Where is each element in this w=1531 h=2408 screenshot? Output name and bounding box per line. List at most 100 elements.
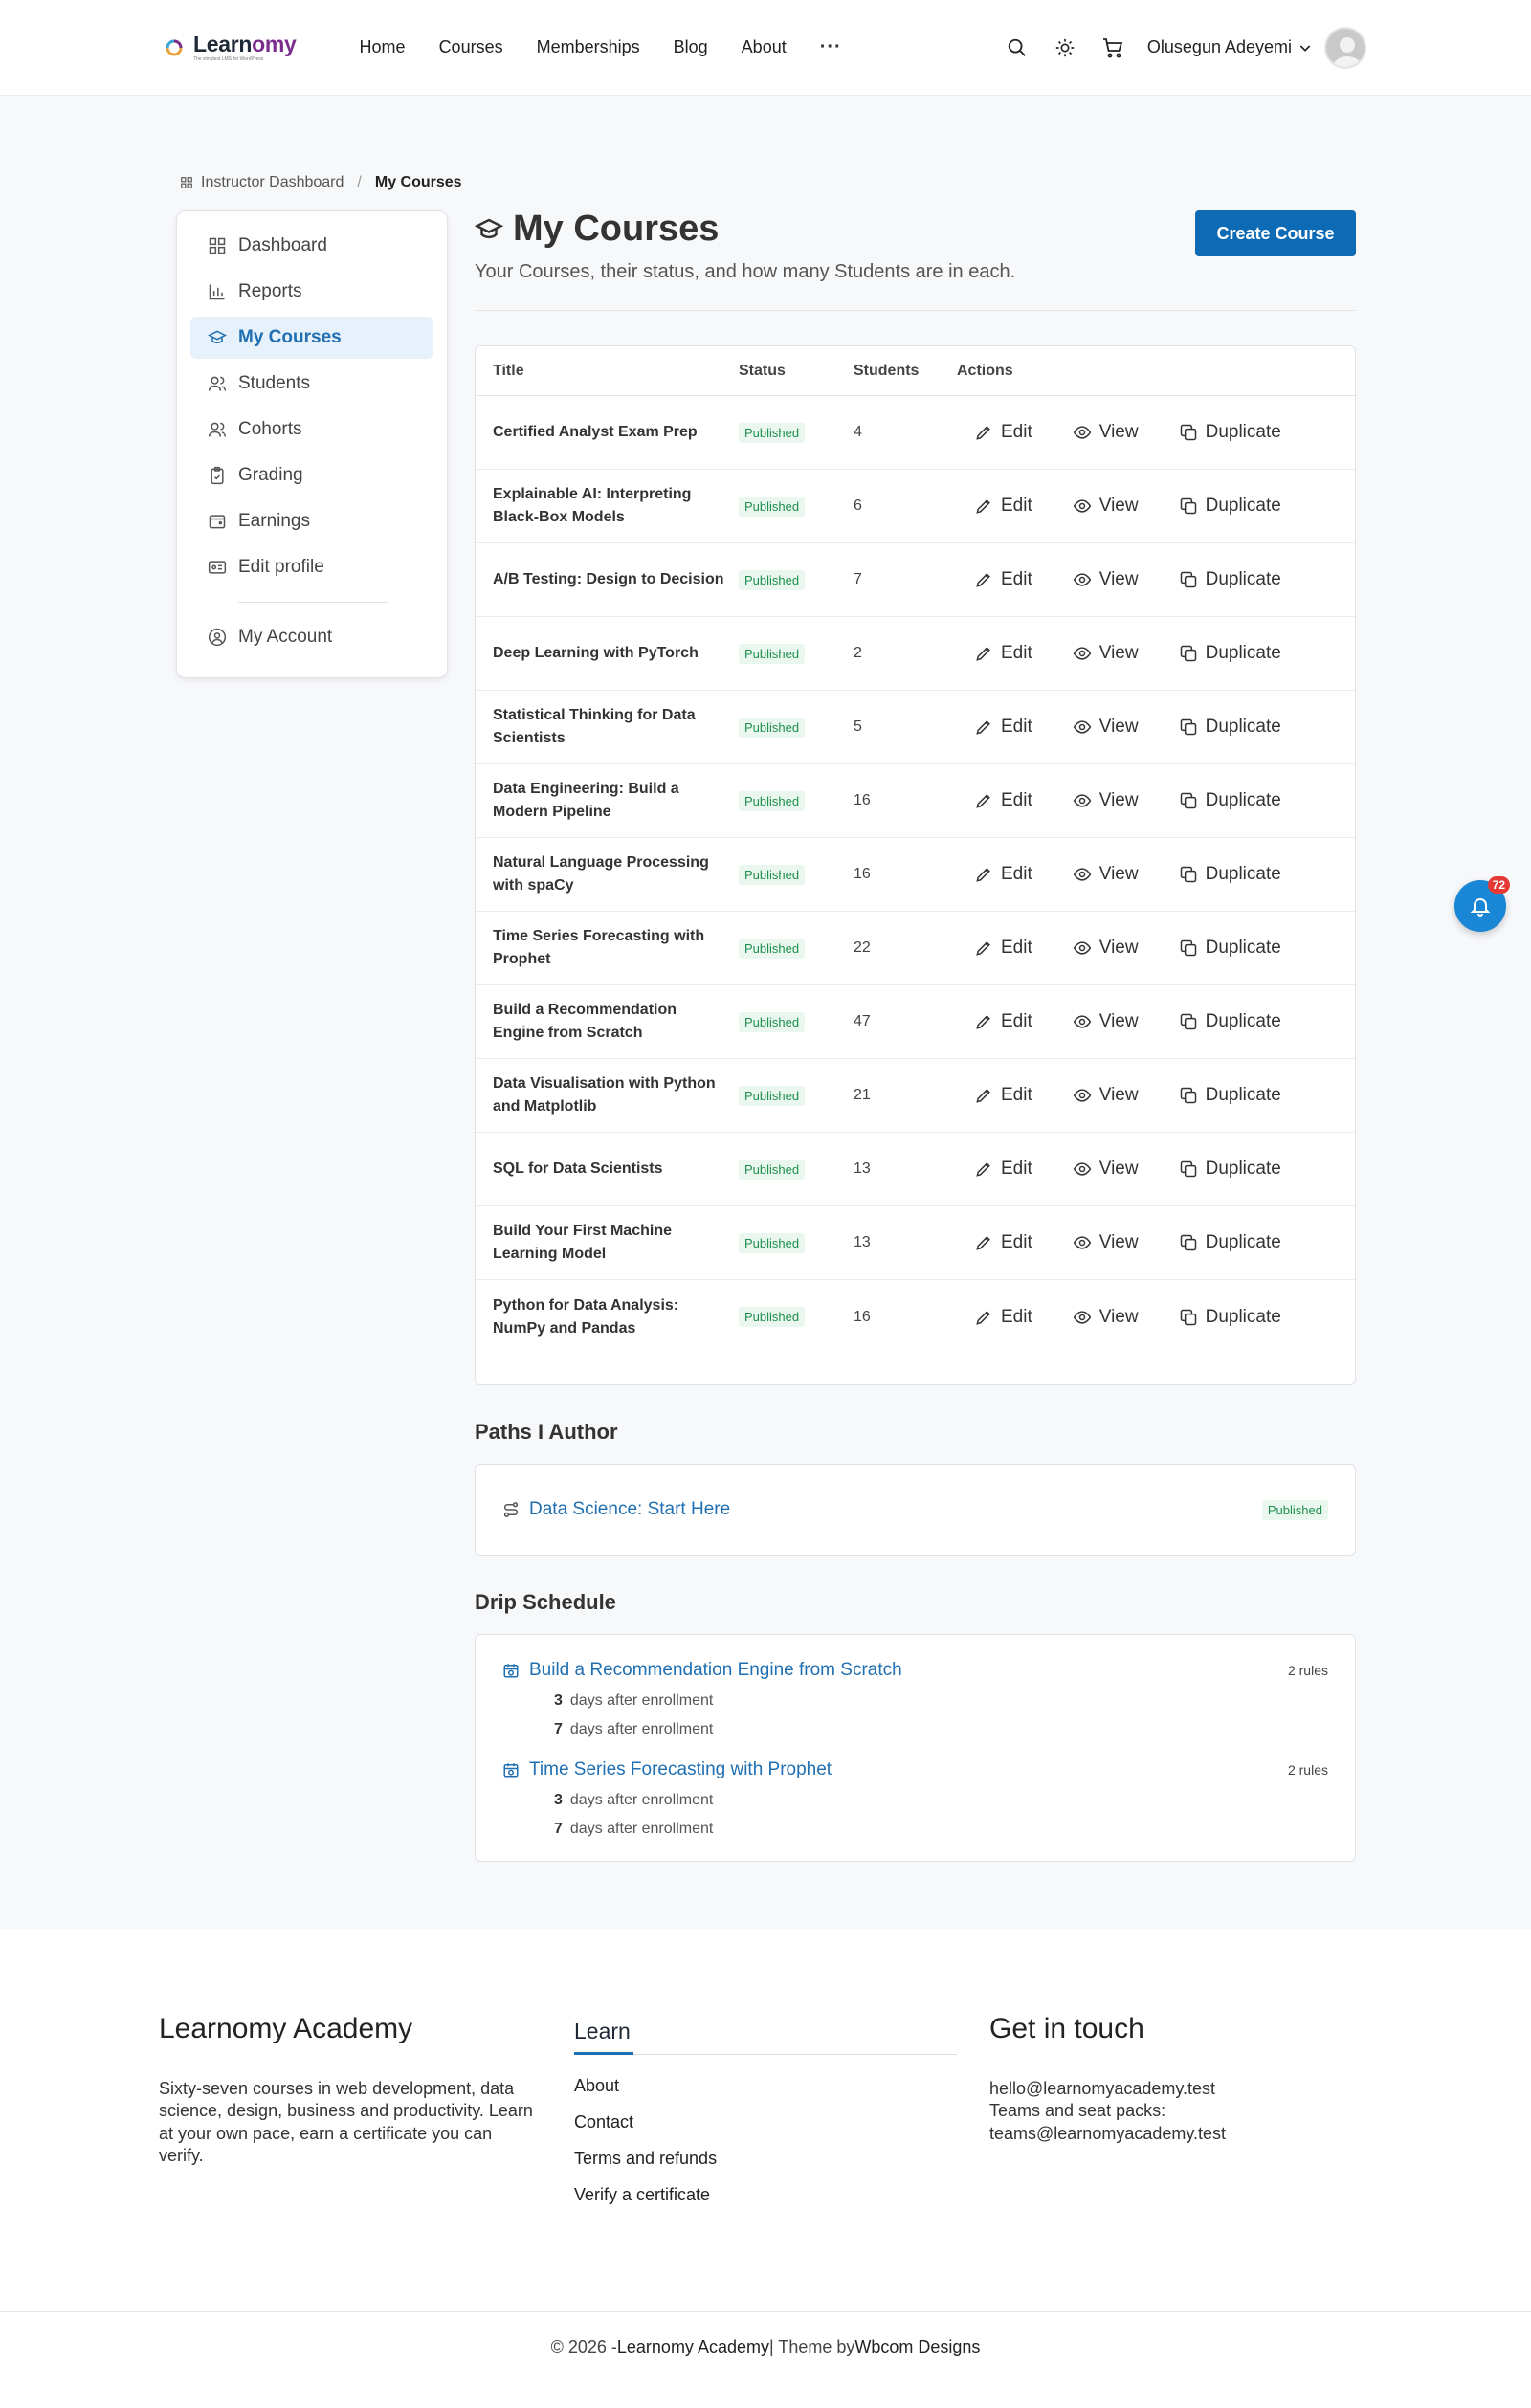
footer-link-terms[interactable]: Terms and refunds [574,2149,989,2169]
theme-author-link[interactable]: Wbcom Designs [854,2337,980,2357]
path-link[interactable]: Data Science: Start Here [502,1499,730,1520]
view-button[interactable]: View [1073,643,1139,664]
theme-toggle-icon[interactable] [1052,34,1078,61]
view-button[interactable]: View [1073,1232,1139,1253]
sidebar-item-students[interactable]: Students [190,363,433,405]
status-cell: Published [739,1011,854,1032]
duplicate-button[interactable]: Duplicate [1179,790,1281,811]
status-badge: Published [739,1011,806,1032]
copy-icon [1180,1160,1196,1178]
courses-table: Title Status Students Actions Certified … [475,345,1356,1385]
table-row: A/B Testing: Design to Decision Published… [476,543,1355,617]
edit-button[interactable]: Edit [974,1085,1032,1106]
calendar-clock-icon [503,1763,519,1778]
content-area: My Courses Your Courses, their status, a… [475,209,1356,1862]
duplicate-button[interactable]: Duplicate [1179,422,1281,443]
actions-cell: Edit View Duplicate [957,496,1355,517]
nav-blog[interactable]: Blog [674,37,708,57]
status-badge: Published [739,422,806,443]
sidebar-item-reports[interactable]: Reports [190,271,433,313]
edit-button[interactable]: Edit [974,1307,1032,1328]
edit-button[interactable]: Edit [974,643,1032,664]
chevron-down-icon [1299,44,1311,52]
view-button[interactable]: View [1073,1011,1139,1032]
edit-button[interactable]: Edit [974,864,1032,885]
duplicate-button[interactable]: Duplicate [1179,717,1281,738]
footer-contact-teams-email[interactable]: teams@learnomyacademy.test [989,2123,1405,2145]
view-button[interactable]: View [1073,864,1139,885]
sidebar-item-dashboard[interactable]: Dashboard [190,225,433,267]
view-button[interactable]: View [1073,496,1139,517]
view-button[interactable]: View [1073,569,1139,590]
path-card: Data Science: Start Here Published [475,1464,1356,1556]
sidebar-item-my-account[interactable]: My Account [190,616,433,658]
nav-courses[interactable]: Courses [439,37,503,57]
edit-button[interactable]: Edit [974,422,1032,443]
site-logo[interactable]: Learnomy The simplest LMS for WordPress [165,33,297,62]
nav-memberships[interactable]: Memberships [537,37,640,57]
students-count: 13 [854,1160,871,1177]
user-menu[interactable]: Olusegun Adeyemi [1147,26,1366,69]
column-header-status: Status [739,362,786,379]
view-button[interactable]: View [1073,1307,1139,1328]
edit-button[interactable]: Edit [974,1232,1032,1253]
edit-button[interactable]: Edit [974,790,1032,811]
duplicate-button[interactable]: Duplicate [1179,938,1281,959]
edit-button[interactable]: Edit [974,569,1032,590]
view-button[interactable]: View [1073,790,1139,811]
duplicate-button[interactable]: Duplicate [1179,864,1281,885]
status-badge: Published [739,790,806,811]
duplicate-button[interactable]: Duplicate [1179,1159,1281,1180]
duplicate-button[interactable]: Duplicate [1179,1232,1281,1253]
copyright-site-link[interactable]: Learnomy Academy [617,2337,769,2357]
duplicate-button[interactable]: Duplicate [1179,643,1281,664]
view-button[interactable]: View [1073,938,1139,959]
edit-button[interactable]: Edit [974,938,1032,959]
eye-icon [1073,499,1091,513]
pencil-icon [976,1236,990,1250]
footer-link-contact[interactable]: Contact [574,2112,989,2132]
edit-button[interactable]: Edit [974,717,1032,738]
dashboard-main: Instructor Dashboard / My Courses Dashbo… [0,96,1531,1929]
column-header-actions: Actions [957,362,1013,379]
edit-button[interactable]: Edit [974,496,1032,517]
table-row: Build Your First Machine Learning Model P… [476,1206,1355,1280]
view-button[interactable]: View [1073,1085,1139,1106]
search-icon[interactable] [1004,34,1031,61]
notification-bell-button[interactable]: 72 [1454,876,1510,932]
footer-link-about[interactable]: About [574,2076,989,2096]
status-cell: Published [739,1159,854,1180]
sidebar-item-my-courses[interactable]: My Courses [190,317,433,359]
divider [475,310,1356,311]
sidebar-item-cohorts[interactable]: Cohorts [190,409,433,451]
edit-button[interactable]: Edit [974,1011,1032,1032]
sidebar-item-earnings[interactable]: Earnings [190,500,433,542]
view-button[interactable]: View [1073,717,1139,738]
create-course-button[interactable]: Create Course [1195,210,1356,256]
sidebar-item-edit-profile[interactable]: Edit profile [190,546,433,588]
nav-more-icon[interactable]: ··· [820,36,842,58]
drip-course-link[interactable]: Time Series Forecasting with Prophet [529,1759,832,1780]
view-button[interactable]: View [1073,422,1139,443]
column-header-title: Title [493,362,524,379]
nav-about[interactable]: About [742,37,787,57]
duplicate-button[interactable]: Duplicate [1179,569,1281,590]
duplicate-button[interactable]: Duplicate [1179,1085,1281,1106]
sidebar-item-grading[interactable]: Grading [190,454,433,497]
footer-contact-email[interactable]: hello@learnomyacademy.test [989,2078,1405,2100]
edit-button[interactable]: Edit [974,1159,1032,1180]
pencil-icon [976,1089,990,1103]
avatar[interactable] [1324,26,1366,69]
duplicate-button[interactable]: Duplicate [1179,1011,1281,1032]
status-badge: Published [739,1307,806,1327]
pencil-icon [976,426,990,440]
drip-course-link[interactable]: Build a Recommendation Engine from Scrat… [529,1660,902,1681]
duplicate-button[interactable]: Duplicate [1179,1307,1281,1328]
table-row: Deep Learning with PyTorch Published 2 Edit… [476,617,1355,691]
view-button[interactable]: View [1073,1159,1139,1180]
breadcrumb-parent[interactable]: Instructor Dashboard [201,174,344,191]
duplicate-button[interactable]: Duplicate [1179,496,1281,517]
nav-home[interactable]: Home [360,37,406,57]
footer-link-verify[interactable]: Verify a certificate [574,2185,989,2205]
cart-icon[interactable] [1099,34,1126,61]
